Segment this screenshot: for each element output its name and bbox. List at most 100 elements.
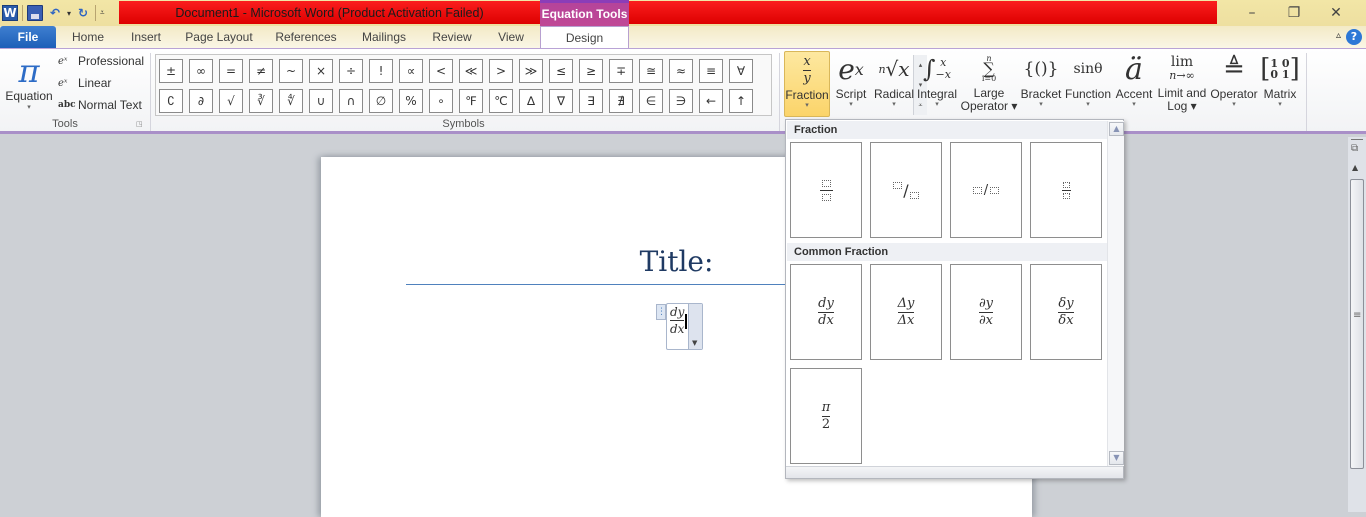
undo-icon[interactable]: ↶ bbox=[47, 5, 63, 21]
linear-fraction-item[interactable]: / bbox=[950, 142, 1022, 238]
tab-insert[interactable]: Insert bbox=[122, 26, 170, 48]
minimize-ribbon-icon[interactable]: ▵ bbox=[1336, 30, 1341, 41]
symbol-button[interactable]: = bbox=[219, 59, 243, 83]
skewed-fraction-item[interactable]: / bbox=[870, 142, 942, 238]
symbol-button[interactable]: ∝ bbox=[399, 59, 423, 83]
undo-dropdown-icon[interactable]: ▾ bbox=[67, 9, 71, 18]
symbol-button[interactable]: < bbox=[429, 59, 453, 83]
symbol-button[interactable]: ← bbox=[699, 89, 723, 113]
tab-review[interactable]: Review bbox=[424, 26, 480, 48]
common-fraction-item[interactable]: δy δx bbox=[1030, 264, 1102, 360]
equation-options-button[interactable]: ▼ bbox=[688, 304, 702, 349]
symbol-button[interactable]: ∀ bbox=[729, 59, 753, 83]
equation-drag-handle[interactable]: ⋮ bbox=[656, 304, 666, 320]
symbol-button[interactable]: ℉ bbox=[459, 89, 483, 113]
small-fraction-item[interactable] bbox=[1030, 142, 1102, 238]
symbol-button[interactable]: ± bbox=[159, 59, 183, 83]
equation-denominator[interactable]: dx bbox=[670, 321, 684, 337]
function-button[interactable]: sinθ Function ▾ bbox=[1064, 51, 1112, 117]
gallery-scrollbar[interactable]: ▲ ▼ bbox=[1107, 121, 1124, 466]
integral-button[interactable]: ∫ x −x Integral ▾ bbox=[916, 51, 958, 117]
bracket-button[interactable]: {()} Bracket ▾ bbox=[1020, 51, 1062, 117]
symbol-button[interactable]: ≥ bbox=[579, 59, 603, 83]
view-ruler-icon[interactable]: ⧉ bbox=[1351, 143, 1358, 154]
symbol-button[interactable]: ∘ bbox=[429, 89, 453, 113]
symbol-button[interactable]: ∁ bbox=[159, 89, 183, 113]
radical-button[interactable]: n √x Radical ▾ bbox=[872, 51, 916, 117]
symbol-button[interactable]: ~ bbox=[279, 59, 303, 83]
tab-home[interactable]: Home bbox=[64, 26, 112, 48]
symbol-button[interactable]: ≈ bbox=[669, 59, 693, 83]
symbol-button[interactable]: ∃ bbox=[579, 89, 603, 113]
symbol-button[interactable]: ≤ bbox=[549, 59, 573, 83]
equation-fraction[interactable]: dy dx bbox=[670, 304, 685, 337]
tab-view[interactable]: View bbox=[490, 26, 532, 48]
customize-qat-icon[interactable]: ⩡ bbox=[100, 8, 105, 18]
restore-button[interactable]: ❐ bbox=[1280, 4, 1308, 22]
symbol-button[interactable]: ≡ bbox=[699, 59, 723, 83]
tab-file[interactable]: File bbox=[0, 26, 56, 48]
symbol-button[interactable]: ∂ bbox=[189, 89, 213, 113]
gallery-scroll-down-icon[interactable]: ▼ bbox=[1109, 451, 1124, 465]
equation-numerator[interactable]: dy bbox=[670, 304, 684, 320]
symbol-button[interactable]: ∞ bbox=[189, 59, 213, 83]
gallery-resize-grip[interactable] bbox=[786, 466, 1123, 478]
scrollbar-thumb[interactable] bbox=[1350, 179, 1364, 469]
large-operator-button[interactable]: n ∑ i=0 Large Operator ▾ bbox=[960, 51, 1018, 117]
symbol-button[interactable]: % bbox=[399, 89, 423, 113]
common-fraction-item[interactable]: Δy Δx bbox=[870, 264, 942, 360]
symbol-button[interactable]: ℃ bbox=[489, 89, 513, 113]
professional-button[interactable]: eˣ Professional bbox=[58, 54, 144, 68]
symbol-button[interactable]: × bbox=[309, 59, 333, 83]
symbol-button[interactable]: ≫ bbox=[519, 59, 543, 83]
symbol-button[interactable]: ∜ bbox=[279, 89, 303, 113]
accent-button[interactable]: ä Accent ▾ bbox=[1114, 51, 1154, 117]
symbol-button[interactable]: ≠ bbox=[249, 59, 273, 83]
symbol-button[interactable]: ≪ bbox=[459, 59, 483, 83]
help-icon[interactable]: ? bbox=[1346, 29, 1362, 45]
symbol-button[interactable]: ∓ bbox=[609, 59, 633, 83]
dialog-launcher-icon[interactable]: ◳ bbox=[136, 120, 143, 128]
vertical-scrollbar[interactable]: ⧉ ▲ bbox=[1348, 137, 1366, 512]
redo-icon[interactable]: ↻ bbox=[75, 5, 91, 21]
close-button[interactable]: ✕ bbox=[1322, 4, 1350, 22]
minimize-button[interactable]: – bbox=[1238, 4, 1266, 22]
tab-references[interactable]: References bbox=[268, 26, 344, 48]
script-button[interactable]: ex Script ▾ bbox=[832, 51, 870, 117]
tab-page-layout[interactable]: Page Layout bbox=[180, 26, 258, 48]
symbol-button[interactable]: ∈ bbox=[639, 89, 663, 113]
common-fraction-item[interactable]: ∂y ∂x bbox=[950, 264, 1022, 360]
tab-design[interactable]: Design bbox=[540, 26, 629, 48]
common-fraction-item[interactable]: π2 bbox=[790, 368, 862, 464]
symbol-button[interactable]: ∆ bbox=[519, 89, 543, 113]
matrix-button[interactable]: [1 00 1] Matrix ▾ bbox=[1260, 51, 1300, 117]
equation-button[interactable]: π Equation ▾ bbox=[4, 53, 54, 111]
gallery-scroll-up-icon[interactable]: ▲ bbox=[1109, 122, 1124, 136]
fraction-button[interactable]: xy Fraction ▾ bbox=[784, 51, 830, 117]
ruler-toggle[interactable] bbox=[1351, 139, 1363, 140]
symbol-button[interactable]: ≅ bbox=[639, 59, 663, 83]
save-icon[interactable] bbox=[27, 5, 43, 21]
symbol-button[interactable]: ∄ bbox=[609, 89, 633, 113]
symbol-button[interactable]: ! bbox=[369, 59, 393, 83]
common-fraction-item[interactable]: dy dx bbox=[790, 264, 862, 360]
symbol-button[interactable]: ∇ bbox=[549, 89, 573, 113]
normal-text-button[interactable]: abc Normal Text bbox=[58, 98, 142, 112]
symbol-button[interactable]: √ bbox=[219, 89, 243, 113]
linear-button[interactable]: eˣ Linear bbox=[58, 76, 111, 90]
symbol-button[interactable]: ∛ bbox=[249, 89, 273, 113]
symbol-button[interactable]: ∩ bbox=[339, 89, 363, 113]
operator-button[interactable]: ≜ Operator ▾ bbox=[1208, 51, 1260, 117]
word-logo-icon[interactable]: W bbox=[2, 5, 18, 21]
symbol-button[interactable]: > bbox=[489, 59, 513, 83]
stacked-fraction-item[interactable] bbox=[790, 142, 862, 238]
symbol-button[interactable]: ∪ bbox=[309, 89, 333, 113]
equation-container[interactable]: dy dx ▼ bbox=[666, 303, 703, 350]
limit-and-log-button[interactable]: lim n→∞ Limit and Log ▾ bbox=[1156, 51, 1208, 117]
symbol-button[interactable]: ∋ bbox=[669, 89, 693, 113]
scroll-up-icon[interactable]: ▲ bbox=[1352, 163, 1358, 172]
symbol-button[interactable]: ∅ bbox=[369, 89, 393, 113]
tab-mailings[interactable]: Mailings bbox=[352, 26, 416, 48]
symbol-button[interactable]: ↑ bbox=[729, 89, 753, 113]
symbol-button[interactable]: ÷ bbox=[339, 59, 363, 83]
